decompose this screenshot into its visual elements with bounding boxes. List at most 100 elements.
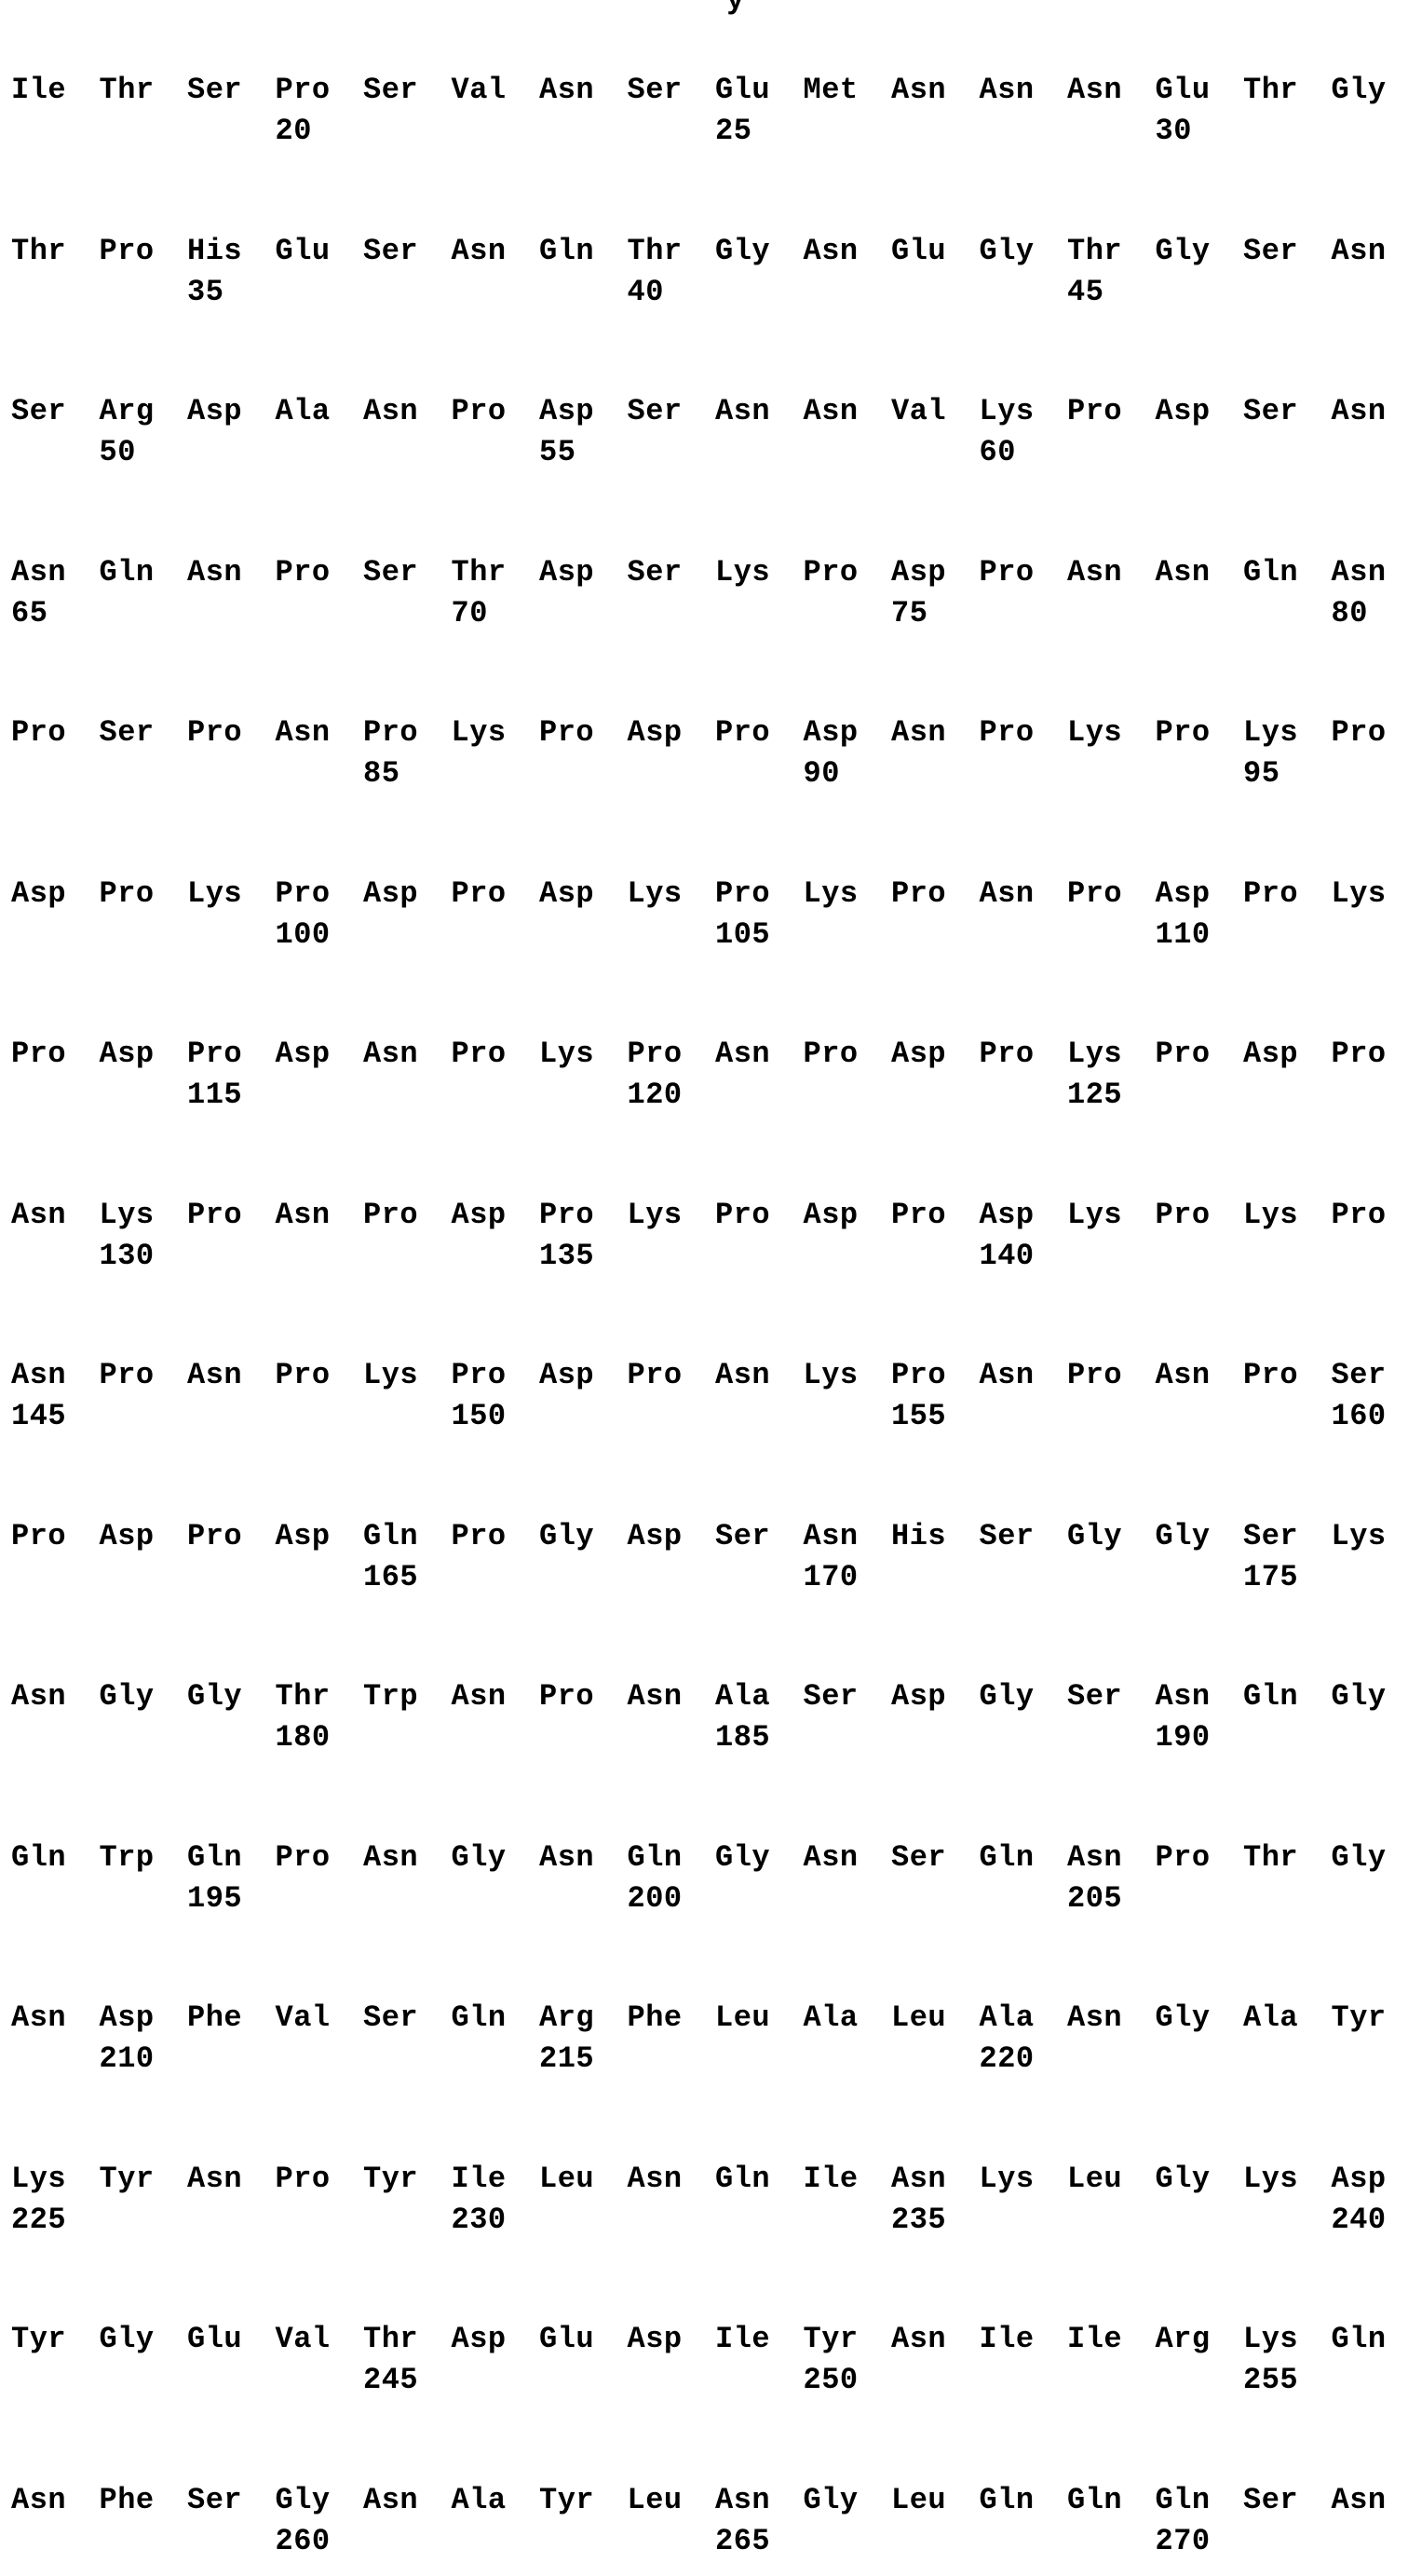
residue: Lys xyxy=(1332,1519,1408,1553)
residue: Gly xyxy=(1332,1840,1408,1875)
residue: Pro xyxy=(804,1037,887,1071)
residue: Gln xyxy=(452,2000,535,2035)
residue: Gly xyxy=(1156,234,1239,268)
residue: Asp xyxy=(100,1037,183,1071)
residue: Asp xyxy=(891,1679,975,1714)
residue: Ser xyxy=(1332,1358,1408,1392)
residue: Asp xyxy=(804,715,887,750)
residue: Ser xyxy=(715,1519,799,1553)
position-number: 130 xyxy=(100,1239,183,1273)
residue-row: AsnPheSerGlyAsnAlaTyrLeuAsnGlyLeuGlnGlnG… xyxy=(11,2483,1408,2520)
residue: Thr xyxy=(276,1679,359,1714)
sequence-block: SerArgAspAlaAsnProAspSerAsnAsnValLysProA… xyxy=(11,394,1408,487)
residue: Pro xyxy=(1243,876,1327,911)
position-number: 70 xyxy=(452,596,535,630)
position-number: 240 xyxy=(1332,2203,1408,2237)
sequence-block: ProAspProAspGlnProGlyAspSerAsnHisSerGlyG… xyxy=(11,1519,1408,1612)
residue: Pro xyxy=(187,1037,271,1071)
residue: Pro xyxy=(187,715,271,750)
residue: Lys xyxy=(628,1198,711,1232)
position-number-row: 859095 xyxy=(11,752,1408,790)
residue: Gly xyxy=(100,2322,183,2356)
residue: Arg xyxy=(1156,2322,1239,2356)
residue: Glu xyxy=(539,2322,623,2356)
residue: Pro xyxy=(1332,715,1408,750)
residue: Asp xyxy=(276,1519,359,1553)
residue: Val xyxy=(276,2322,359,2356)
residue: Leu xyxy=(891,2483,975,2517)
residue: Ser xyxy=(1067,1679,1151,1714)
residue: Lys xyxy=(715,555,799,590)
residue: Gln xyxy=(1243,555,1327,590)
residue: Trp xyxy=(100,1840,183,1875)
residue: Pro xyxy=(187,1519,271,1553)
residue: Pro xyxy=(1067,1358,1151,1392)
residue: Asn xyxy=(804,1519,887,1553)
residue: Ile xyxy=(452,2162,535,2196)
residue: Lys xyxy=(100,1198,183,1232)
residue: Thr xyxy=(11,234,95,268)
position-number: 225 xyxy=(11,2203,95,2237)
residue-row: ProAspProAspGlnProGlyAspSerAsnHisSerGlyG… xyxy=(11,1519,1408,1556)
residue: Ile xyxy=(1067,2322,1151,2356)
residue: Asn xyxy=(11,555,95,590)
residue: Gln xyxy=(1332,2322,1408,2356)
residue: Thr xyxy=(1243,73,1327,107)
residue: Val xyxy=(452,73,535,107)
residue: Ile xyxy=(980,2322,1063,2356)
residue: Asn xyxy=(628,2162,711,2196)
residue: Pro xyxy=(1156,1037,1239,1071)
residue: Ser xyxy=(628,73,711,107)
position-number: 50 xyxy=(100,435,183,469)
residue: Ser xyxy=(1243,1519,1327,1553)
residue: Asn xyxy=(1067,73,1151,107)
residue: Asn xyxy=(1332,234,1408,268)
residue: Pro xyxy=(363,1198,447,1232)
residue: Val xyxy=(276,2000,359,2035)
sequence-block: TyrGlyGluValThrAspGluAspIleTyrAsnIleIleA… xyxy=(11,2322,1408,2415)
residue: Ser xyxy=(891,1840,975,1875)
residue-row: GlnTrpGlnProAsnGlyAsnGlnGlyAsnSerGlnAsnP… xyxy=(11,1840,1408,1878)
position-number: 195 xyxy=(187,1881,271,1916)
residue: Pro xyxy=(891,1198,975,1232)
residue: Asp xyxy=(539,876,623,911)
position-number: 80 xyxy=(1332,596,1408,630)
residue: Asn xyxy=(187,1358,271,1392)
residue: Asn xyxy=(715,2483,799,2517)
residue-row: LysTyrAsnProTyrIleLeuAsnGlnIleAsnLysLeuG… xyxy=(11,2162,1408,2199)
residue: Pro xyxy=(452,394,535,428)
position-number: 160 xyxy=(1332,1399,1408,1433)
residue: Pro xyxy=(980,715,1063,750)
residue: Lys xyxy=(980,2162,1063,2196)
position-number-row: 195200205 xyxy=(11,1878,1408,1915)
residue: Asn xyxy=(276,1198,359,1232)
residue: Asp xyxy=(100,1519,183,1553)
residue: Asn xyxy=(1067,2000,1151,2035)
residue: Gln xyxy=(11,1840,95,1875)
position-number: 145 xyxy=(11,1399,95,1433)
residue: Asn xyxy=(1156,1679,1239,1714)
position-number-row: 165170175 xyxy=(11,1556,1408,1593)
residue-row: AspProLysProAspProAspLysProLysProAsnProA… xyxy=(11,876,1408,914)
position-number-row: 210215220 xyxy=(11,2038,1408,2075)
residue: Lys xyxy=(804,1358,887,1392)
residue: Gly xyxy=(1332,73,1408,107)
residue: Pro xyxy=(100,1358,183,1392)
residue: Asn xyxy=(539,73,623,107)
residue: Gln xyxy=(980,2483,1063,2517)
position-number: 255 xyxy=(1243,2363,1327,2397)
residue: Pro xyxy=(539,715,623,750)
residue: Ser xyxy=(628,394,711,428)
residue: Gln xyxy=(363,1519,447,1553)
residue: Gly xyxy=(980,234,1063,268)
residue: Ser xyxy=(363,2000,447,2035)
residue: Thr xyxy=(100,73,183,107)
position-number: 110 xyxy=(1156,917,1239,952)
residue: Asp xyxy=(276,1037,359,1071)
residue: Lys xyxy=(1243,2322,1327,2356)
sequence-block: AsnProAsnProLysProAspProAsnLysProAsnProA… xyxy=(11,1358,1408,1451)
residue: Glu xyxy=(187,2322,271,2356)
position-number: 165 xyxy=(363,1560,447,1594)
residue: Phe xyxy=(187,2000,271,2035)
residue: Lys xyxy=(11,2162,95,2196)
